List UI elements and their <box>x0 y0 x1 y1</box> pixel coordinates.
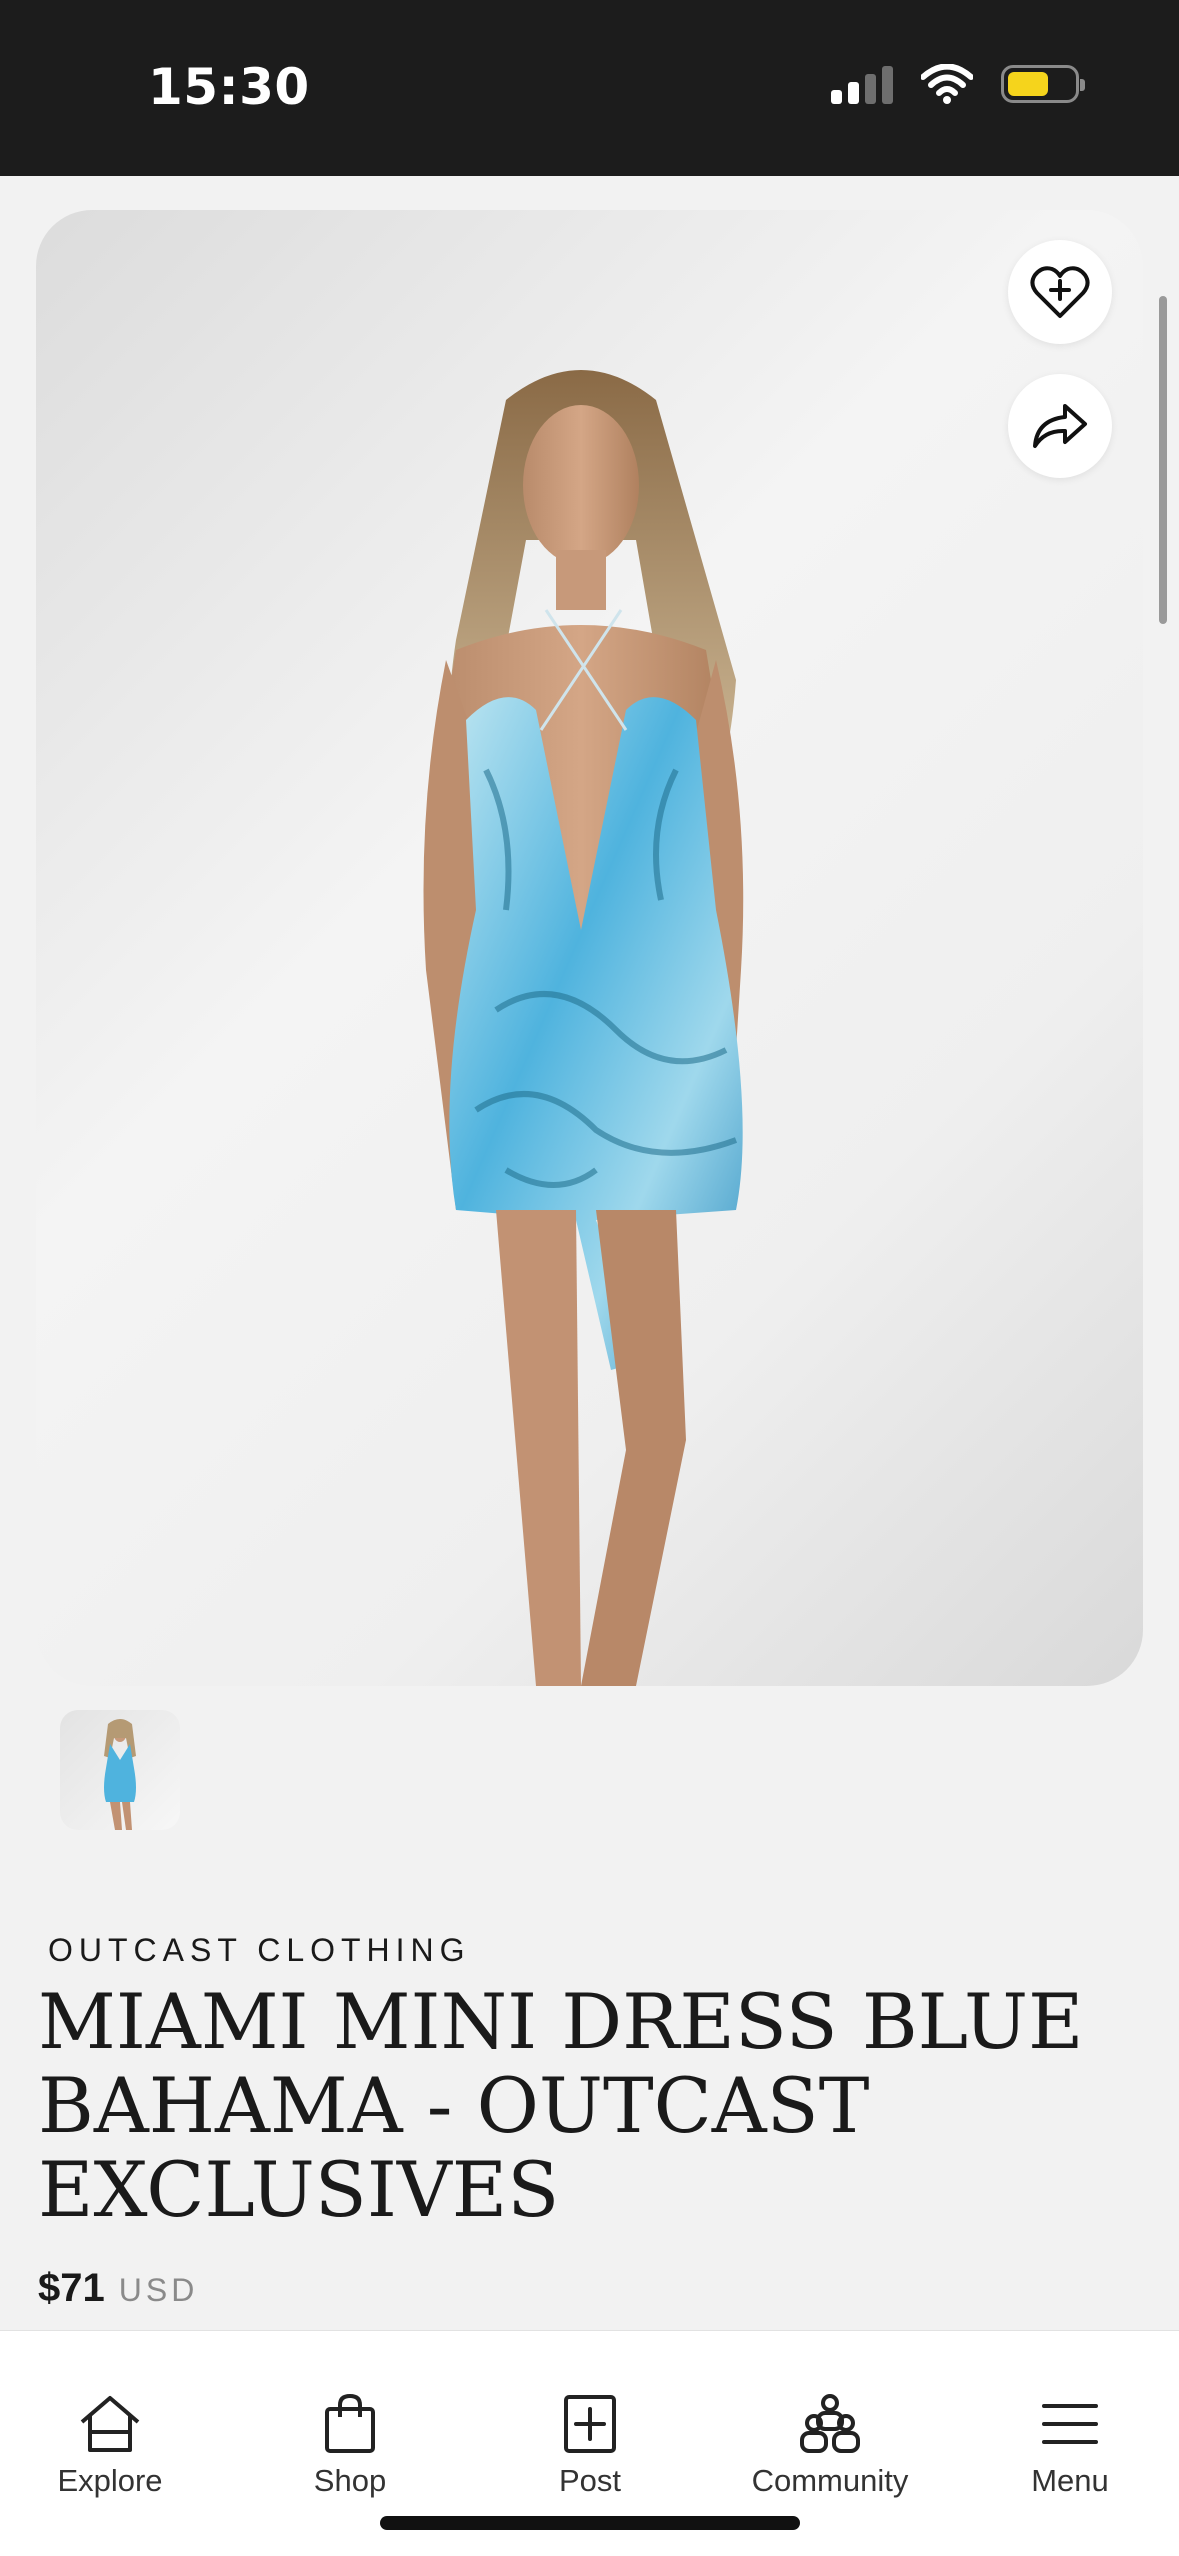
battery-icon <box>1001 65 1085 103</box>
product-photo <box>423 370 744 1686</box>
status-bar: 15:30 <box>0 0 1179 176</box>
cellular-signal-icon <box>831 64 893 104</box>
product-price: $71 <box>38 2266 105 2310</box>
hamburger-menu-icon <box>1042 2404 1098 2444</box>
share-button[interactable] <box>1008 374 1112 478</box>
price-currency: USD <box>118 2272 199 2308</box>
nav-menu[interactable]: Menu <box>970 2391 1170 2499</box>
heart-plus-icon <box>1030 266 1090 318</box>
community-icon <box>800 2394 860 2453</box>
price-row: $71 USD <box>38 2266 198 2311</box>
nav-post[interactable]: Post <box>490 2391 690 2499</box>
home-icon <box>80 2396 140 2452</box>
share-arrow-icon <box>1033 404 1087 448</box>
product-title: MIAMI MINI DRESS BLUE BAHAMA - OUTCAST E… <box>38 1977 1084 2234</box>
nav-shop-label: Shop <box>313 2463 387 2498</box>
product-image[interactable] <box>36 210 1143 1686</box>
home-indicator[interactable] <box>380 2516 800 2530</box>
brand-name[interactable]: OUTCAST CLOTHING <box>48 1932 471 1969</box>
nav-menu-label: Menu <box>1031 2463 1109 2498</box>
nav-shop[interactable]: Shop <box>250 2391 450 2499</box>
status-time: 15:30 <box>148 58 310 116</box>
nav-explore-label: Explore <box>57 2463 163 2498</box>
wishlist-button[interactable] <box>1008 240 1112 344</box>
product-thumbnail[interactable] <box>60 1710 180 1830</box>
nav-post-label: Post <box>558 2463 622 2498</box>
shopping-bag-icon <box>325 2393 375 2453</box>
thumbnail-photo <box>104 1719 136 1830</box>
wifi-icon <box>921 64 973 104</box>
battery-level <box>1008 72 1048 96</box>
plus-square-icon <box>564 2395 616 2453</box>
nav-explore[interactable]: Explore <box>10 2391 210 2499</box>
nav-community[interactable]: Community <box>730 2391 930 2499</box>
status-icons <box>831 64 1085 104</box>
nav-community-label: Community <box>751 2463 909 2498</box>
scroll-indicator[interactable] <box>1159 296 1167 624</box>
